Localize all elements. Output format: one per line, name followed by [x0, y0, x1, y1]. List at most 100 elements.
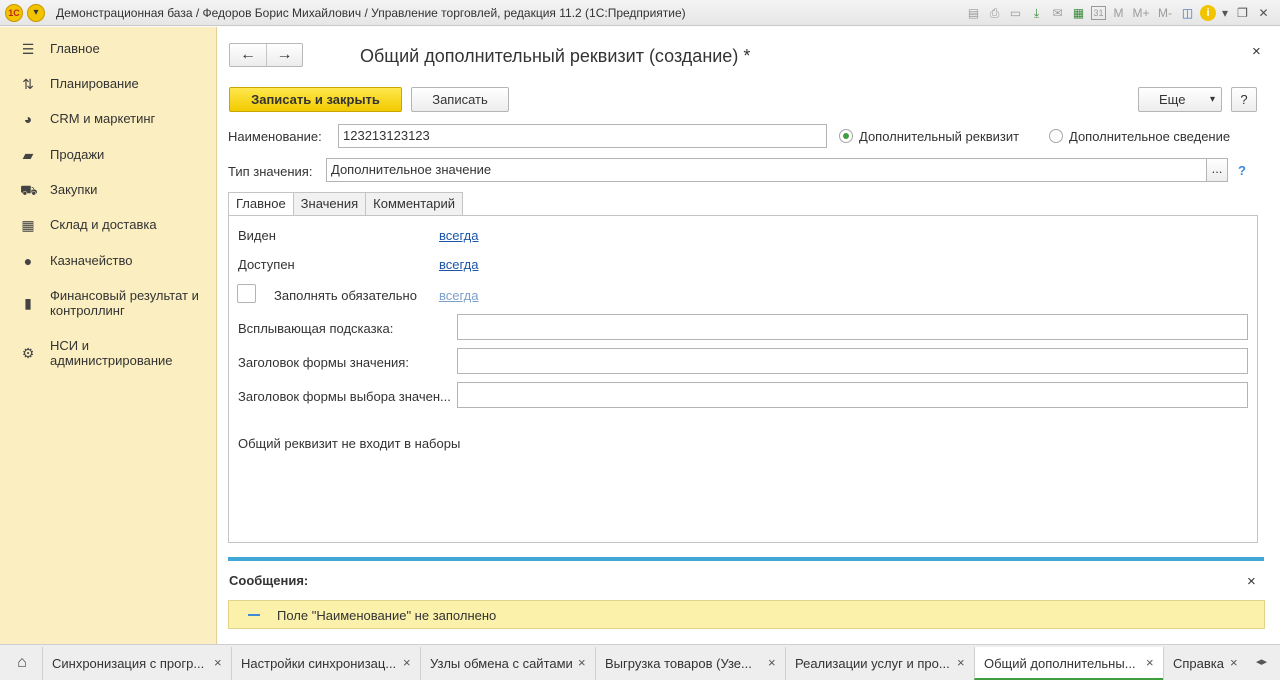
panel-icon[interactable]: ◫: [1179, 5, 1196, 22]
name-field[interactable]: 123213123123: [338, 124, 827, 148]
dropdown-icon[interactable]: ▾: [1220, 5, 1230, 22]
visible-condition-link[interactable]: всегда: [439, 228, 478, 243]
save-and-close-button[interactable]: Записать и закрыть: [229, 87, 402, 112]
window-tab-label: Общий дополнительны...: [984, 656, 1136, 671]
messages-close-icon[interactable]: ×: [1247, 573, 1256, 590]
available-label: Доступен: [238, 257, 295, 272]
close-icon[interactable]: ×: [578, 655, 586, 670]
sidebar-item-label: Склад и доставка: [50, 217, 157, 232]
save-icon[interactable]: ▤: [965, 5, 982, 22]
menu-lines-icon: ☰: [21, 41, 35, 57]
required-checkbox[interactable]: [237, 284, 256, 303]
window-titlebar: 1C ▾ Демонстрационная база / Федоров Бор…: [0, 0, 1280, 26]
preview-icon[interactable]: ▭: [1007, 5, 1024, 22]
window-tab-label: Выгрузка товаров (Узе...: [605, 656, 752, 671]
close-icon[interactable]: ×: [403, 655, 411, 670]
app-logo-icon[interactable]: 1C: [5, 4, 23, 22]
radio-additional-info[interactable]: [1049, 129, 1063, 143]
close-icon[interactable]: ×: [1146, 655, 1154, 670]
pie-chart-icon: ◕: [23, 111, 33, 127]
window-tab-label: Справка: [1173, 656, 1224, 671]
page-title: Общий дополнительный реквизит (создание)…: [360, 46, 751, 66]
choice-form-title-label: Заголовок формы выбора значен...: [238, 389, 451, 404]
close-icon[interactable]: ×: [214, 655, 222, 670]
radio-additional-attribute-label[interactable]: Дополнительный реквизит: [859, 129, 1019, 144]
sidebar-item-financial-result[interactable]: ▮ Финансовый результат и контроллинг: [0, 288, 216, 322]
info-icon[interactable]: i: [1200, 5, 1216, 21]
save-button[interactable]: Записать: [411, 87, 509, 112]
more-button[interactable]: Еще ▾: [1138, 87, 1222, 112]
required-label[interactable]: Заполнять обязательно: [274, 288, 417, 303]
window-tab[interactable]: Синхронизация с прогр... ×: [42, 647, 231, 680]
memory-m-icon[interactable]: M: [1110, 5, 1127, 22]
sidebar-item-main[interactable]: ☰ Главное: [0, 41, 216, 59]
shopping-bag-icon: ▰: [22, 147, 34, 163]
tab-main[interactable]: Главное: [228, 192, 294, 216]
sidebar-item-label: НСИ и администрирование: [50, 338, 173, 368]
value-type-field[interactable]: Дополнительное значение: [326, 158, 1207, 182]
planning-icon: ⇅: [22, 76, 34, 92]
window-tab[interactable]: Справка ×: [1163, 647, 1247, 680]
choice-form-title-field[interactable]: [457, 382, 1248, 408]
memory-m-plus-icon[interactable]: M+: [1131, 5, 1151, 22]
close-icon[interactable]: ×: [957, 655, 965, 670]
mail-icon[interactable]: ✉: [1049, 5, 1066, 22]
open-windows-bar: ⌂ Синхронизация с прогр... × Настройки с…: [0, 644, 1280, 680]
message-item[interactable]: Поле "Наименование" не заполнено: [228, 600, 1265, 629]
download-icon[interactable]: ⤓: [1028, 5, 1045, 22]
value-type-help-icon[interactable]: ?: [1238, 163, 1246, 178]
name-label: Наименование:: [228, 129, 322, 144]
tabs-scroll-icon[interactable]: ◂▸: [1256, 655, 1267, 668]
sidebar-item-label: Планирование: [50, 76, 139, 91]
restore-icon[interactable]: ❐: [1234, 5, 1251, 22]
message-text: Поле "Наименование" не заполнено: [277, 608, 497, 623]
forward-arrow-icon[interactable]: →: [265, 44, 302, 66]
sidebar-item-sales[interactable]: ▰ Продажи: [0, 147, 216, 165]
titlebar-toolbar: ▤ ⎙ ▭ ⤓ ✉ ▦ 31 M M+ M- ◫ i ▾ ❐ ✕: [965, 4, 1272, 22]
close-icon[interactable]: ×: [768, 655, 776, 670]
close-icon[interactable]: ✕: [1255, 5, 1272, 22]
coin-icon: ●: [23, 253, 33, 269]
bar-chart-icon: ▮: [24, 295, 32, 311]
sets-note: Общий реквизит не входит в наборы: [238, 436, 461, 451]
form-tabs: Главное Значения Комментарий: [228, 192, 464, 216]
sidebar-item-planning[interactable]: ⇅ Планирование: [0, 76, 216, 94]
home-icon[interactable]: ⌂: [8, 653, 36, 673]
window-tab[interactable]: Выгрузка товаров (Узе... ×: [595, 647, 785, 680]
tab-comment[interactable]: Комментарий: [366, 192, 464, 215]
back-arrow-icon[interactable]: ←: [230, 44, 266, 66]
calendar-icon[interactable]: 31: [1091, 6, 1106, 20]
print-icon[interactable]: ⎙: [986, 5, 1003, 22]
main-menu-button[interactable]: ▾: [27, 4, 45, 22]
calculator-icon[interactable]: ▦: [1070, 5, 1087, 22]
tab-main-panel: Виден всегда Доступен всегда Заполнять о…: [228, 215, 1258, 543]
value-form-title-field[interactable]: [457, 348, 1248, 374]
window-tab[interactable]: Реализации услуг и про... ×: [785, 647, 974, 680]
tooltip-field[interactable]: [457, 314, 1248, 340]
sidebar-item-purchases[interactable]: ⛟ Закупки: [0, 182, 216, 200]
tab-values[interactable]: Значения: [293, 192, 367, 215]
radio-additional-attribute[interactable]: [839, 129, 853, 143]
window-tab[interactable]: Узлы обмена с сайтами ×: [420, 647, 595, 680]
more-button-label: Еще: [1159, 92, 1186, 107]
memory-m-minus-icon[interactable]: M-: [1155, 5, 1175, 22]
tooltip-label: Всплывающая подсказка:: [238, 321, 394, 336]
sidebar-item-crm[interactable]: ◕ CRM и маркетинг: [0, 111, 216, 129]
help-button[interactable]: ?: [1231, 87, 1257, 112]
sidebar-item-administration[interactable]: ⚙ НСИ и администрирование: [0, 338, 216, 372]
chevron-down-icon: ▾: [1209, 94, 1215, 105]
value-type-label: Тип значения:: [228, 164, 313, 179]
value-type-select-button[interactable]: ...: [1206, 158, 1228, 182]
sidebar-item-treasury[interactable]: ● Казначейство: [0, 253, 216, 271]
required-condition-link[interactable]: всегда: [439, 288, 478, 303]
sidebar-item-warehouse[interactable]: ▦ Склад и доставка: [0, 217, 216, 235]
window-tab[interactable]: Настройки синхронизац... ×: [231, 647, 420, 680]
radio-additional-info-label[interactable]: Дополнительное сведение: [1069, 129, 1230, 144]
window-tab-active[interactable]: Общий дополнительны... ×: [974, 647, 1163, 680]
sidebar-item-label: Финансовый результат и контроллинг: [50, 288, 199, 318]
form-close-icon[interactable]: ×: [1252, 43, 1261, 60]
sidebar-item-label: Казначейство: [50, 253, 133, 268]
close-icon[interactable]: ×: [1230, 655, 1238, 670]
available-condition-link[interactable]: всегда: [439, 257, 478, 272]
window-tab-label: Синхронизация с прогр...: [52, 656, 205, 671]
